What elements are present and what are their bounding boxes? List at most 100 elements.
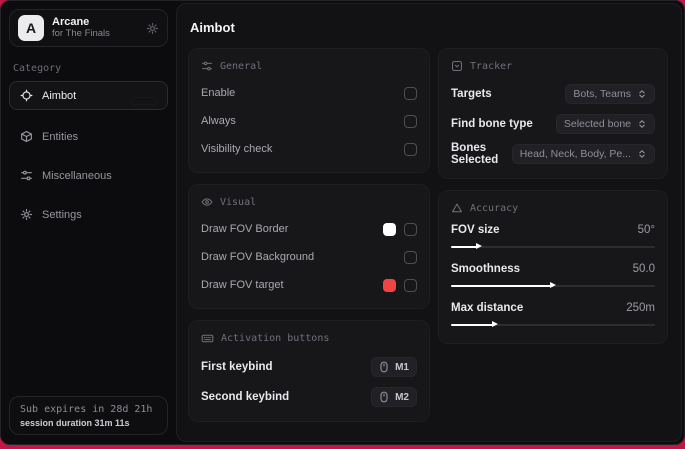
session-duration-text: session duration 31m 11s: [20, 418, 130, 428]
mouse-icon: [379, 361, 389, 373]
card-title: Activation buttons: [221, 333, 330, 344]
slider-row-smoothness: Smoothness 50.0: [451, 263, 655, 290]
setting-label: Draw FOV Border: [201, 223, 289, 235]
card-title: Visual: [220, 196, 257, 208]
slider-label: FOV size: [451, 224, 500, 236]
sidebar-item-entities[interactable]: Entities: [9, 122, 168, 151]
app-subtitle: for The Finals: [52, 27, 110, 39]
visibility-check-checkbox[interactable]: [404, 142, 417, 156]
sidebar-item-label: Settings: [42, 208, 82, 221]
card-title: Accuracy: [470, 202, 519, 214]
general-card: General Enable Always Visibility check: [188, 48, 430, 173]
setting-label: Draw FOV Background: [201, 251, 315, 263]
sliders-icon: [20, 169, 33, 182]
fov-border-checkbox[interactable]: [404, 222, 417, 236]
sidebar: A Arcane for The Finals Category Aimbot …: [1, 1, 176, 444]
slider-thumb[interactable]: [475, 243, 482, 249]
accuracy-card: Accuracy FOV size 50° Smoothness 50.0 Ma…: [438, 190, 668, 344]
chevrons-up-down-icon: [637, 149, 647, 159]
dropdown-value: Selected bone: [563, 118, 631, 130]
app-logo: A: [18, 15, 44, 41]
tracker-row-bones-selected: Bones Selected Head, Neck, Body, Pe...: [451, 142, 655, 166]
tracker-label: Targets: [451, 88, 492, 100]
sliders-icon: [201, 60, 213, 72]
dropdown-value: Bots, Teams: [573, 88, 631, 100]
visual-card: Visual Draw FOV Border Draw FOV Backgrou…: [188, 184, 430, 309]
setting-row-fov-border: Draw FOV Border: [201, 218, 417, 240]
cube-icon: [20, 130, 33, 143]
keybind-label: First keybind: [201, 361, 273, 373]
sidebar-item-miscellaneous[interactable]: Miscellaneous: [9, 161, 168, 190]
setting-label: Always: [201, 115, 236, 127]
setting-row-fov-target: Draw FOV target: [201, 274, 417, 296]
setting-row-always: Always: [201, 110, 417, 132]
targets-dropdown[interactable]: Bots, Teams: [565, 84, 655, 104]
main-panel: Aimbot General Enable Always Visibility …: [176, 3, 682, 442]
card-title: Tracker: [470, 60, 513, 72]
slider-thumb[interactable]: [491, 321, 498, 327]
keyboard-icon: [201, 332, 214, 345]
dropdown-value: Head, Neck, Body, Pe...: [519, 148, 631, 160]
keybind-row-second: Second keybind M2: [201, 385, 417, 409]
color-swatch[interactable]: [383, 278, 396, 292]
setting-row-visibility-check: Visibility check: [201, 138, 417, 160]
sidebar-item-settings[interactable]: Settings: [9, 200, 168, 229]
triangle-icon: [451, 202, 463, 214]
active-item-hint: [131, 97, 157, 105]
first-keybind-button[interactable]: M1: [371, 357, 417, 377]
sidebar-menu: Aimbot Entities Miscellaneous Settings: [9, 81, 168, 229]
chevrons-up-down-icon: [637, 119, 647, 129]
slider-value: 50°: [637, 224, 655, 236]
sidebar-item-aimbot[interactable]: Aimbot: [9, 81, 168, 110]
mouse-icon: [379, 391, 389, 403]
slider-label: Max distance: [451, 302, 524, 314]
keybind-row-first: First keybind M1: [201, 355, 417, 379]
left-column: General Enable Always Visibility check V…: [188, 48, 430, 422]
keybind-label: Second keybind: [201, 391, 290, 403]
app-name: Arcane: [52, 16, 90, 29]
gear-icon[interactable]: [146, 22, 159, 35]
right-column: Tracker Targets Bots, Teams Find bone ty…: [438, 48, 668, 344]
slider-thumb[interactable]: [550, 282, 556, 288]
fov-size-slider[interactable]: [451, 242, 655, 251]
sidebar-item-label: Aimbot: [42, 89, 77, 102]
fov-target-checkbox[interactable]: [404, 278, 417, 292]
setting-label: Draw FOV target: [201, 279, 284, 291]
activation-card: Activation buttons First keybind M1 Seco…: [188, 320, 430, 422]
setting-row-enable: Enable: [201, 82, 417, 104]
bones-selected-dropdown[interactable]: Head, Neck, Body, Pe...: [511, 144, 655, 164]
find-bone-type-dropdown[interactable]: Selected bone: [555, 114, 655, 134]
max-distance-slider[interactable]: [451, 320, 655, 329]
eye-icon: [201, 196, 213, 208]
second-keybind-button[interactable]: M2: [371, 387, 417, 407]
sidebar-item-label: Miscellaneous: [42, 169, 112, 182]
crosshair-icon: [20, 89, 33, 102]
keybind-value: M2: [395, 391, 409, 403]
setting-label: Visibility check: [201, 143, 273, 155]
tracker-row-targets: Targets Bots, Teams: [451, 82, 655, 106]
tracker-label: Bones Selected: [451, 142, 499, 166]
tracker-label: Find bone type: [451, 118, 533, 130]
fov-background-checkbox[interactable]: [404, 250, 417, 264]
card-title: General: [220, 60, 263, 72]
app-window: A Arcane for The Finals Category Aimbot …: [0, 0, 685, 445]
keybind-value: M1: [395, 361, 409, 373]
tracker-row-find-bone-type: Find bone type Selected bone: [451, 112, 655, 136]
select-box-icon: [451, 60, 463, 72]
app-header: A Arcane for The Finals: [9, 9, 168, 47]
page-title: Aimbot: [190, 20, 235, 35]
category-label: Category: [13, 63, 62, 74]
setting-label: Enable: [201, 87, 236, 99]
slider-label: Smoothness: [451, 263, 521, 275]
enable-checkbox[interactable]: [404, 86, 417, 100]
tracker-card: Tracker Targets Bots, Teams Find bone ty…: [438, 48, 668, 179]
slider-value: 50.0: [632, 263, 655, 275]
color-swatch[interactable]: [383, 222, 396, 236]
sidebar-item-label: Entities: [42, 130, 79, 143]
slider-value: 250m: [626, 302, 655, 314]
gear-icon: [20, 208, 33, 221]
subscription-info: Sub expires in 28d 21h session duration …: [9, 396, 168, 435]
chevrons-up-down-icon: [637, 89, 647, 99]
always-checkbox[interactable]: [404, 114, 417, 128]
smoothness-slider[interactable]: [451, 281, 655, 290]
